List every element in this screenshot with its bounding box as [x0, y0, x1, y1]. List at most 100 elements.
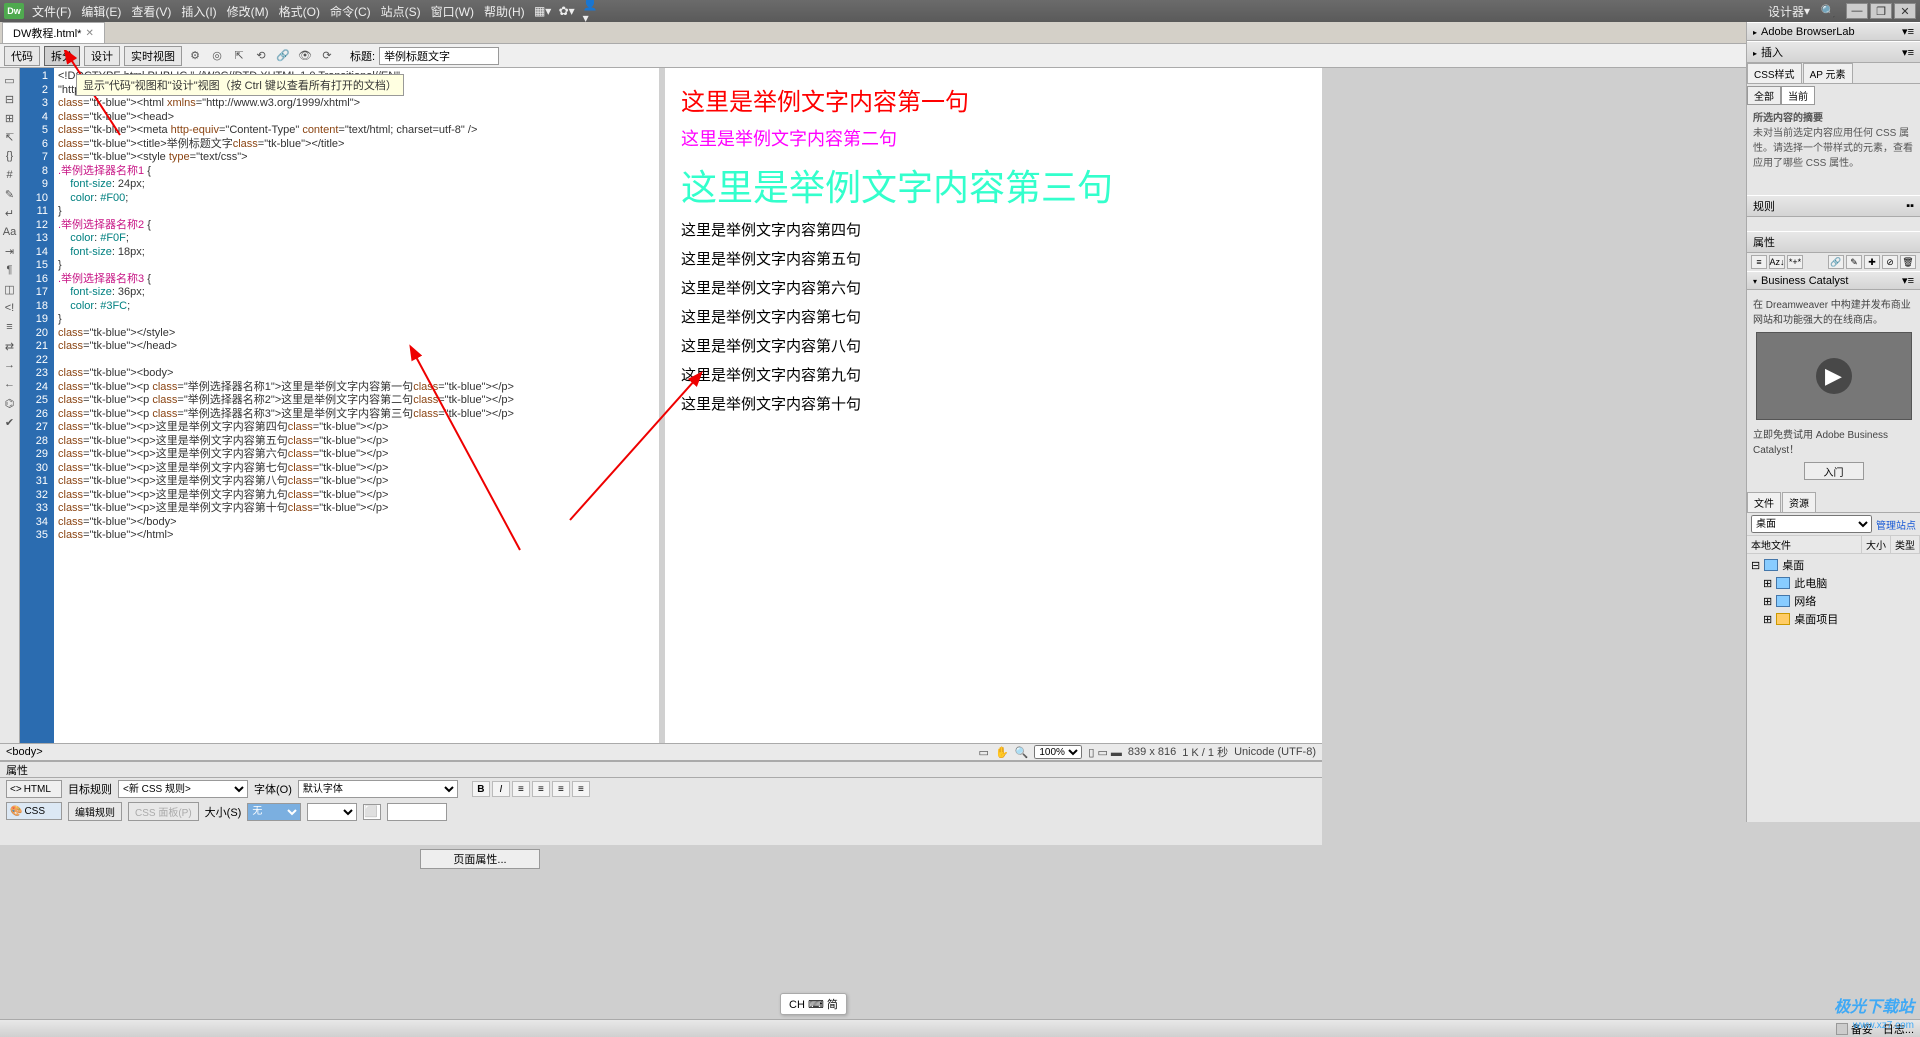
- tree-expand-icon[interactable]: ⊟: [1751, 559, 1760, 572]
- design-view[interactable]: 这里是举例文字内容第一句 这里是举例文字内容第二句 这里是举例文字内容第三句 这…: [665, 68, 1322, 743]
- css-styles-tab[interactable]: CSS样式: [1747, 63, 1802, 83]
- open-docs-icon[interactable]: ▭: [2, 72, 18, 88]
- edit-rule-button[interactable]: 编辑规则: [68, 802, 122, 821]
- live-code-icon[interactable]: ⚙: [186, 47, 204, 65]
- expand-icon[interactable]: ⊞: [2, 110, 18, 126]
- edit-rule-icon[interactable]: ✚: [1864, 255, 1880, 269]
- bc-start-button[interactable]: 入门: [1804, 462, 1864, 480]
- indent-icon[interactable]: →: [2, 357, 18, 373]
- view-code-button[interactable]: 代码: [4, 46, 40, 66]
- auto-indent-icon[interactable]: ⇥: [2, 243, 18, 259]
- align-justify-icon[interactable]: ≡: [572, 781, 590, 797]
- align-center-icon[interactable]: ≡: [532, 781, 550, 797]
- inspect-icon[interactable]: ◎: [208, 47, 226, 65]
- ap-elements-tab[interactable]: AP 元素: [1803, 63, 1853, 83]
- recent-snippets-icon[interactable]: ≡: [2, 319, 18, 335]
- outdent-icon[interactable]: ←: [2, 376, 18, 392]
- tree-pc[interactable]: 此电脑: [1794, 575, 1827, 591]
- tree-network[interactable]: 网络: [1794, 593, 1816, 609]
- view-live-button[interactable]: 实时视图: [124, 46, 182, 66]
- menu-site[interactable]: 站点(S): [381, 3, 421, 20]
- zoom-tool-icon[interactable]: 🔍: [1015, 746, 1029, 759]
- disable-icon[interactable]: ⊘: [1882, 255, 1898, 269]
- align-left-icon[interactable]: ≡: [512, 781, 530, 797]
- title-input[interactable]: [379, 47, 499, 65]
- assets-tab[interactable]: 资源: [1782, 492, 1816, 512]
- italic-icon[interactable]: I: [492, 781, 510, 797]
- attach-css-icon[interactable]: 🔗: [1828, 255, 1844, 269]
- preview-p8[interactable]: 这里是举例文字内容第八句: [681, 335, 1306, 356]
- select-parent-icon[interactable]: ↸: [2, 129, 18, 145]
- col-size[interactable]: 大小: [1862, 536, 1891, 553]
- bc-video-thumb[interactable]: [1756, 332, 1912, 420]
- tree-expand-icon[interactable]: ⊞: [1763, 577, 1772, 590]
- align-right-icon[interactable]: ≡: [552, 781, 570, 797]
- delete-icon[interactable]: 🗑: [1900, 255, 1916, 269]
- zoom-select[interactable]: 100%: [1034, 745, 1082, 759]
- syntax-icon[interactable]: Aa: [2, 224, 18, 240]
- preview-p1[interactable]: 这里是举例文字内容第一句: [681, 82, 1306, 117]
- browserlab-panel-header[interactable]: ▸Adobe BrowserLab▾≡: [1747, 22, 1920, 41]
- preview-p3[interactable]: 这里是举例文字内容第三句: [681, 159, 1306, 211]
- tree-desktop[interactable]: 桌面: [1782, 557, 1804, 573]
- new-rule-icon[interactable]: ✎: [1846, 255, 1862, 269]
- manage-sites-link[interactable]: 管理站点: [1876, 517, 1916, 532]
- file-tab[interactable]: DW教程.html* ✕: [2, 22, 105, 43]
- col-local[interactable]: 本地文件: [1747, 536, 1862, 553]
- show-category-icon[interactable]: ≡: [1751, 255, 1767, 269]
- view-size-icons[interactable]: ▯ ▭ ▬: [1088, 746, 1122, 759]
- color-swatch[interactable]: ⬜: [363, 804, 381, 820]
- code-editor[interactable]: <!DOCTYPE html PUBLIC "-//W3C//DTD XHTML…: [54, 68, 659, 743]
- css-all-tab[interactable]: 全部: [1747, 86, 1781, 105]
- bold-icon[interactable]: B: [472, 781, 490, 797]
- min-button[interactable]: —: [1846, 3, 1868, 19]
- preview-p4[interactable]: 这里是举例文字内容第四句: [681, 219, 1306, 240]
- css-panel-button[interactable]: CSS 面板(P): [128, 802, 199, 821]
- properties-header[interactable]: 属性: [1747, 231, 1920, 253]
- insert-panel-header[interactable]: ▸插入▾≡: [1747, 41, 1920, 63]
- preview-p2[interactable]: 这里是举例文字内容第二句: [681, 125, 1306, 151]
- snippet-icon[interactable]: ◫: [2, 281, 18, 297]
- hand-tool-icon[interactable]: ✋: [995, 746, 1009, 759]
- menu-help[interactable]: 帮助(H): [484, 3, 525, 20]
- site-select[interactable]: 桌面: [1751, 515, 1872, 533]
- layout-icon[interactable]: ▦▾: [535, 3, 551, 19]
- pointer-tool-icon[interactable]: ▭: [979, 746, 989, 759]
- extend-icon[interactable]: ✿▾: [559, 3, 575, 19]
- browser-nav-icon[interactable]: ⇱: [230, 47, 248, 65]
- tree-expand-icon[interactable]: ⊞: [1763, 613, 1772, 626]
- hidden-chars-icon[interactable]: ¶: [2, 262, 18, 278]
- bc-panel-header[interactable]: ▾Business Catalyst▾≡: [1747, 271, 1920, 290]
- close-button[interactable]: ✕: [1894, 3, 1916, 19]
- options-icon[interactable]: ⟳: [318, 47, 336, 65]
- menu-edit[interactable]: 编辑(E): [81, 3, 121, 20]
- color-hex-input[interactable]: [387, 803, 447, 821]
- search-icon[interactable]: 🔍: [1820, 3, 1836, 19]
- validate-icon[interactable]: ✔: [2, 414, 18, 430]
- page-properties-button[interactable]: 页面属性...: [420, 849, 540, 869]
- line-num-icon[interactable]: #: [2, 167, 18, 183]
- max-button[interactable]: ❐: [1870, 3, 1892, 19]
- css-current-tab[interactable]: 当前: [1781, 86, 1815, 105]
- format-icon[interactable]: ⌬: [2, 395, 18, 411]
- props-css-button[interactable]: 🎨CSS: [6, 802, 62, 820]
- props-html-button[interactable]: <>HTML: [6, 780, 62, 798]
- view-design-button[interactable]: 设计: [84, 46, 120, 66]
- menu-file[interactable]: 文件(F): [32, 3, 71, 20]
- menu-insert[interactable]: 插入(I): [181, 3, 216, 20]
- props-panel-title[interactable]: 属性: [0, 761, 1322, 777]
- tree-expand-icon[interactable]: ⊞: [1763, 595, 1772, 608]
- files-tab[interactable]: 文件: [1747, 492, 1781, 512]
- font-unit-select[interactable]: [307, 803, 357, 821]
- preview-p9[interactable]: 这里是举例文字内容第九句: [681, 364, 1306, 385]
- ime-indicator[interactable]: CH ⌨ 简: [780, 993, 847, 1015]
- site-icon[interactable]: 👤▾: [583, 3, 599, 19]
- move-css-icon[interactable]: ⇄: [2, 338, 18, 354]
- col-type[interactable]: 类型: [1891, 536, 1920, 553]
- tag-path[interactable]: <body>: [6, 746, 43, 758]
- preview-p5[interactable]: 这里是举例文字内容第五句: [681, 248, 1306, 269]
- file-link-icon[interactable]: 🔗: [274, 47, 292, 65]
- show-set-icon[interactable]: *+*: [1787, 255, 1803, 269]
- font-size-select[interactable]: 无: [247, 803, 301, 821]
- balance-icon[interactable]: {}: [2, 148, 18, 164]
